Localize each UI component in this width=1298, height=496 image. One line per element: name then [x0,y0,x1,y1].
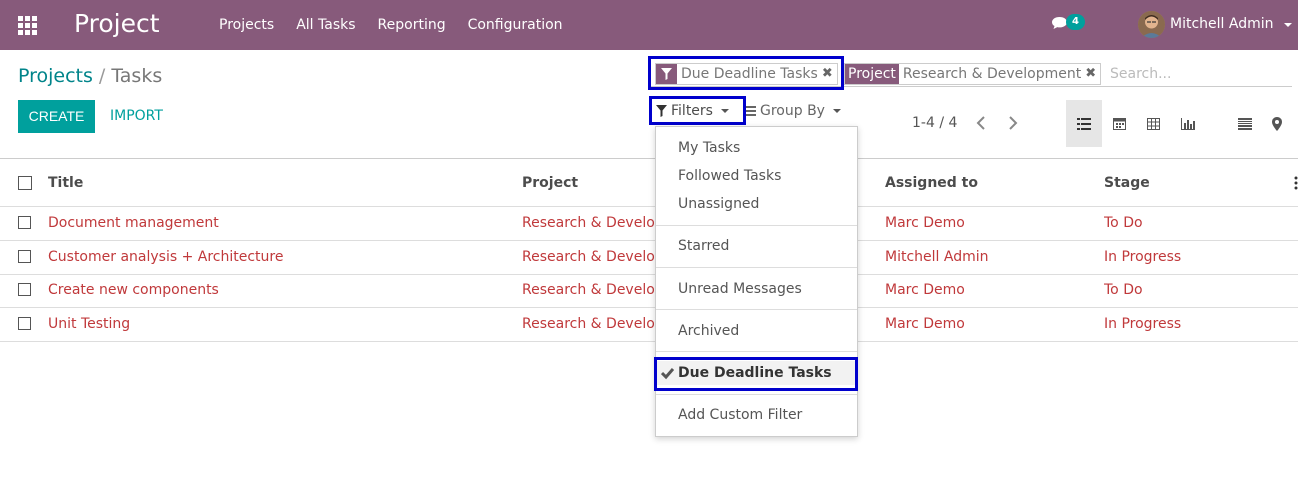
column-title[interactable]: Title [48,175,83,191]
highlight-box [654,357,858,391]
chevron-left-icon[interactable] [974,115,990,131]
filter-unassigned[interactable]: Unassigned [656,192,857,216]
group-by-button[interactable]: Group By [746,101,841,121]
search-input[interactable] [1110,64,1285,84]
cell-assigned: Mitchell Admin [885,249,989,265]
filter-archived[interactable]: Archived [656,319,857,343]
activity-view-button[interactable] [1227,100,1263,147]
divider [656,225,857,226]
table-row[interactable]: Document management Research & Developme… [0,207,1298,241]
top-navbar: Project Projects All Tasks Reporting Con… [0,0,1298,50]
cell-title: Customer analysis + Architecture [48,249,284,265]
facet-value: Research & Development [902,66,1082,82]
breadcrumb: Projects / Tasks [18,65,162,87]
breadcrumb-current: Tasks [111,65,163,87]
cell-stage: In Progress [1104,249,1182,265]
pivot-view-button[interactable] [1135,100,1171,147]
bars-icon [746,106,756,116]
map-view-button[interactable] [1259,100,1295,147]
menu-projects[interactable]: Projects [208,0,285,50]
message-count-badge: 4 [1066,14,1085,30]
cell-assigned: Marc Demo [885,282,965,298]
filter-followed-tasks[interactable]: Followed Tasks [656,164,857,188]
search-facet-project: Project Research & Development ✖ [844,63,1102,85]
app-title: Project [74,9,160,38]
table-row[interactable]: Create new components Research & Develop… [0,274,1298,308]
divider [656,267,857,268]
cell-project: Research & Development [522,215,655,231]
column-stage[interactable]: Stage [1104,175,1150,191]
row-checkbox[interactable] [18,216,31,229]
chevron-right-icon[interactable] [1004,115,1020,131]
highlight-box [648,56,844,90]
list-icon [1077,117,1091,130]
pivot-icon [1146,117,1160,130]
cell-title: Create new components [48,282,219,298]
graph-view-button[interactable] [1170,100,1206,147]
group-by-label: Group By [760,103,825,119]
divider [656,394,857,395]
remove-facet-icon[interactable]: ✖ [1085,64,1100,84]
breadcrumb-separator: / [98,65,106,87]
menu-reporting[interactable]: Reporting [367,0,457,50]
menu-all-tasks[interactable]: All Tasks [285,0,366,50]
cell-project: Research & Development [522,316,655,332]
main-menu: Projects All Tasks Reporting Configurati… [208,0,574,50]
cell-title: Unit Testing [48,316,131,332]
filter-my-tasks[interactable]: My Tasks [656,136,857,160]
pager-value[interactable]: 1-4 / 4 [912,115,957,131]
divider [656,351,857,352]
table-row[interactable]: Customer analysis + Architecture Researc… [0,241,1298,275]
row-checkbox[interactable] [18,250,31,263]
column-options-icon[interactable] [1294,176,1298,190]
column-project[interactable]: Project [522,175,578,191]
activity-icon [1238,117,1252,130]
graph-icon [1181,117,1195,130]
row-checkbox[interactable] [18,317,31,330]
cell-stage: To Do [1104,282,1143,298]
row-checkbox[interactable] [18,283,31,296]
caret-down-icon [832,109,841,113]
calendar-view-button[interactable] [1101,100,1137,147]
cell-stage: To Do [1104,215,1143,231]
avatar[interactable] [1138,11,1165,38]
facet-label: Project [845,64,899,84]
list-header: Title Project Assigned to Stage [0,159,1298,207]
cell-assigned: Marc Demo [885,316,965,332]
breadcrumb-projects[interactable]: Projects [18,65,93,87]
filter-unread-messages[interactable]: Unread Messages [656,277,857,301]
add-custom-filter[interactable]: Add Custom Filter [656,403,857,427]
cell-project: Research & Development [522,282,655,298]
menu-configuration[interactable]: Configuration [457,0,574,50]
import-button[interactable]: IMPORT [110,100,163,133]
map-marker-icon [1272,116,1282,131]
user-menu[interactable]: Mitchell Admin [1170,16,1274,32]
list-view-button[interactable] [1066,100,1102,147]
highlight-box [649,96,746,125]
calendar-icon [1112,118,1126,130]
cell-project: Research & Development [522,249,655,265]
app-menu-grid-icon[interactable] [18,16,37,35]
cell-assigned: Marc Demo [885,215,965,231]
column-assigned[interactable]: Assigned to [885,175,978,191]
create-button[interactable]: CREATE [18,100,95,133]
chevron-down-icon[interactable] [1284,23,1292,27]
select-all-checkbox[interactable] [18,176,32,190]
cell-title: Document management [48,215,219,231]
filter-starred[interactable]: Starred [656,234,857,258]
cell-stage: In Progress [1104,316,1182,332]
table-row[interactable]: Unit Testing Research & Development Marc… [0,308,1298,342]
divider [656,309,857,310]
